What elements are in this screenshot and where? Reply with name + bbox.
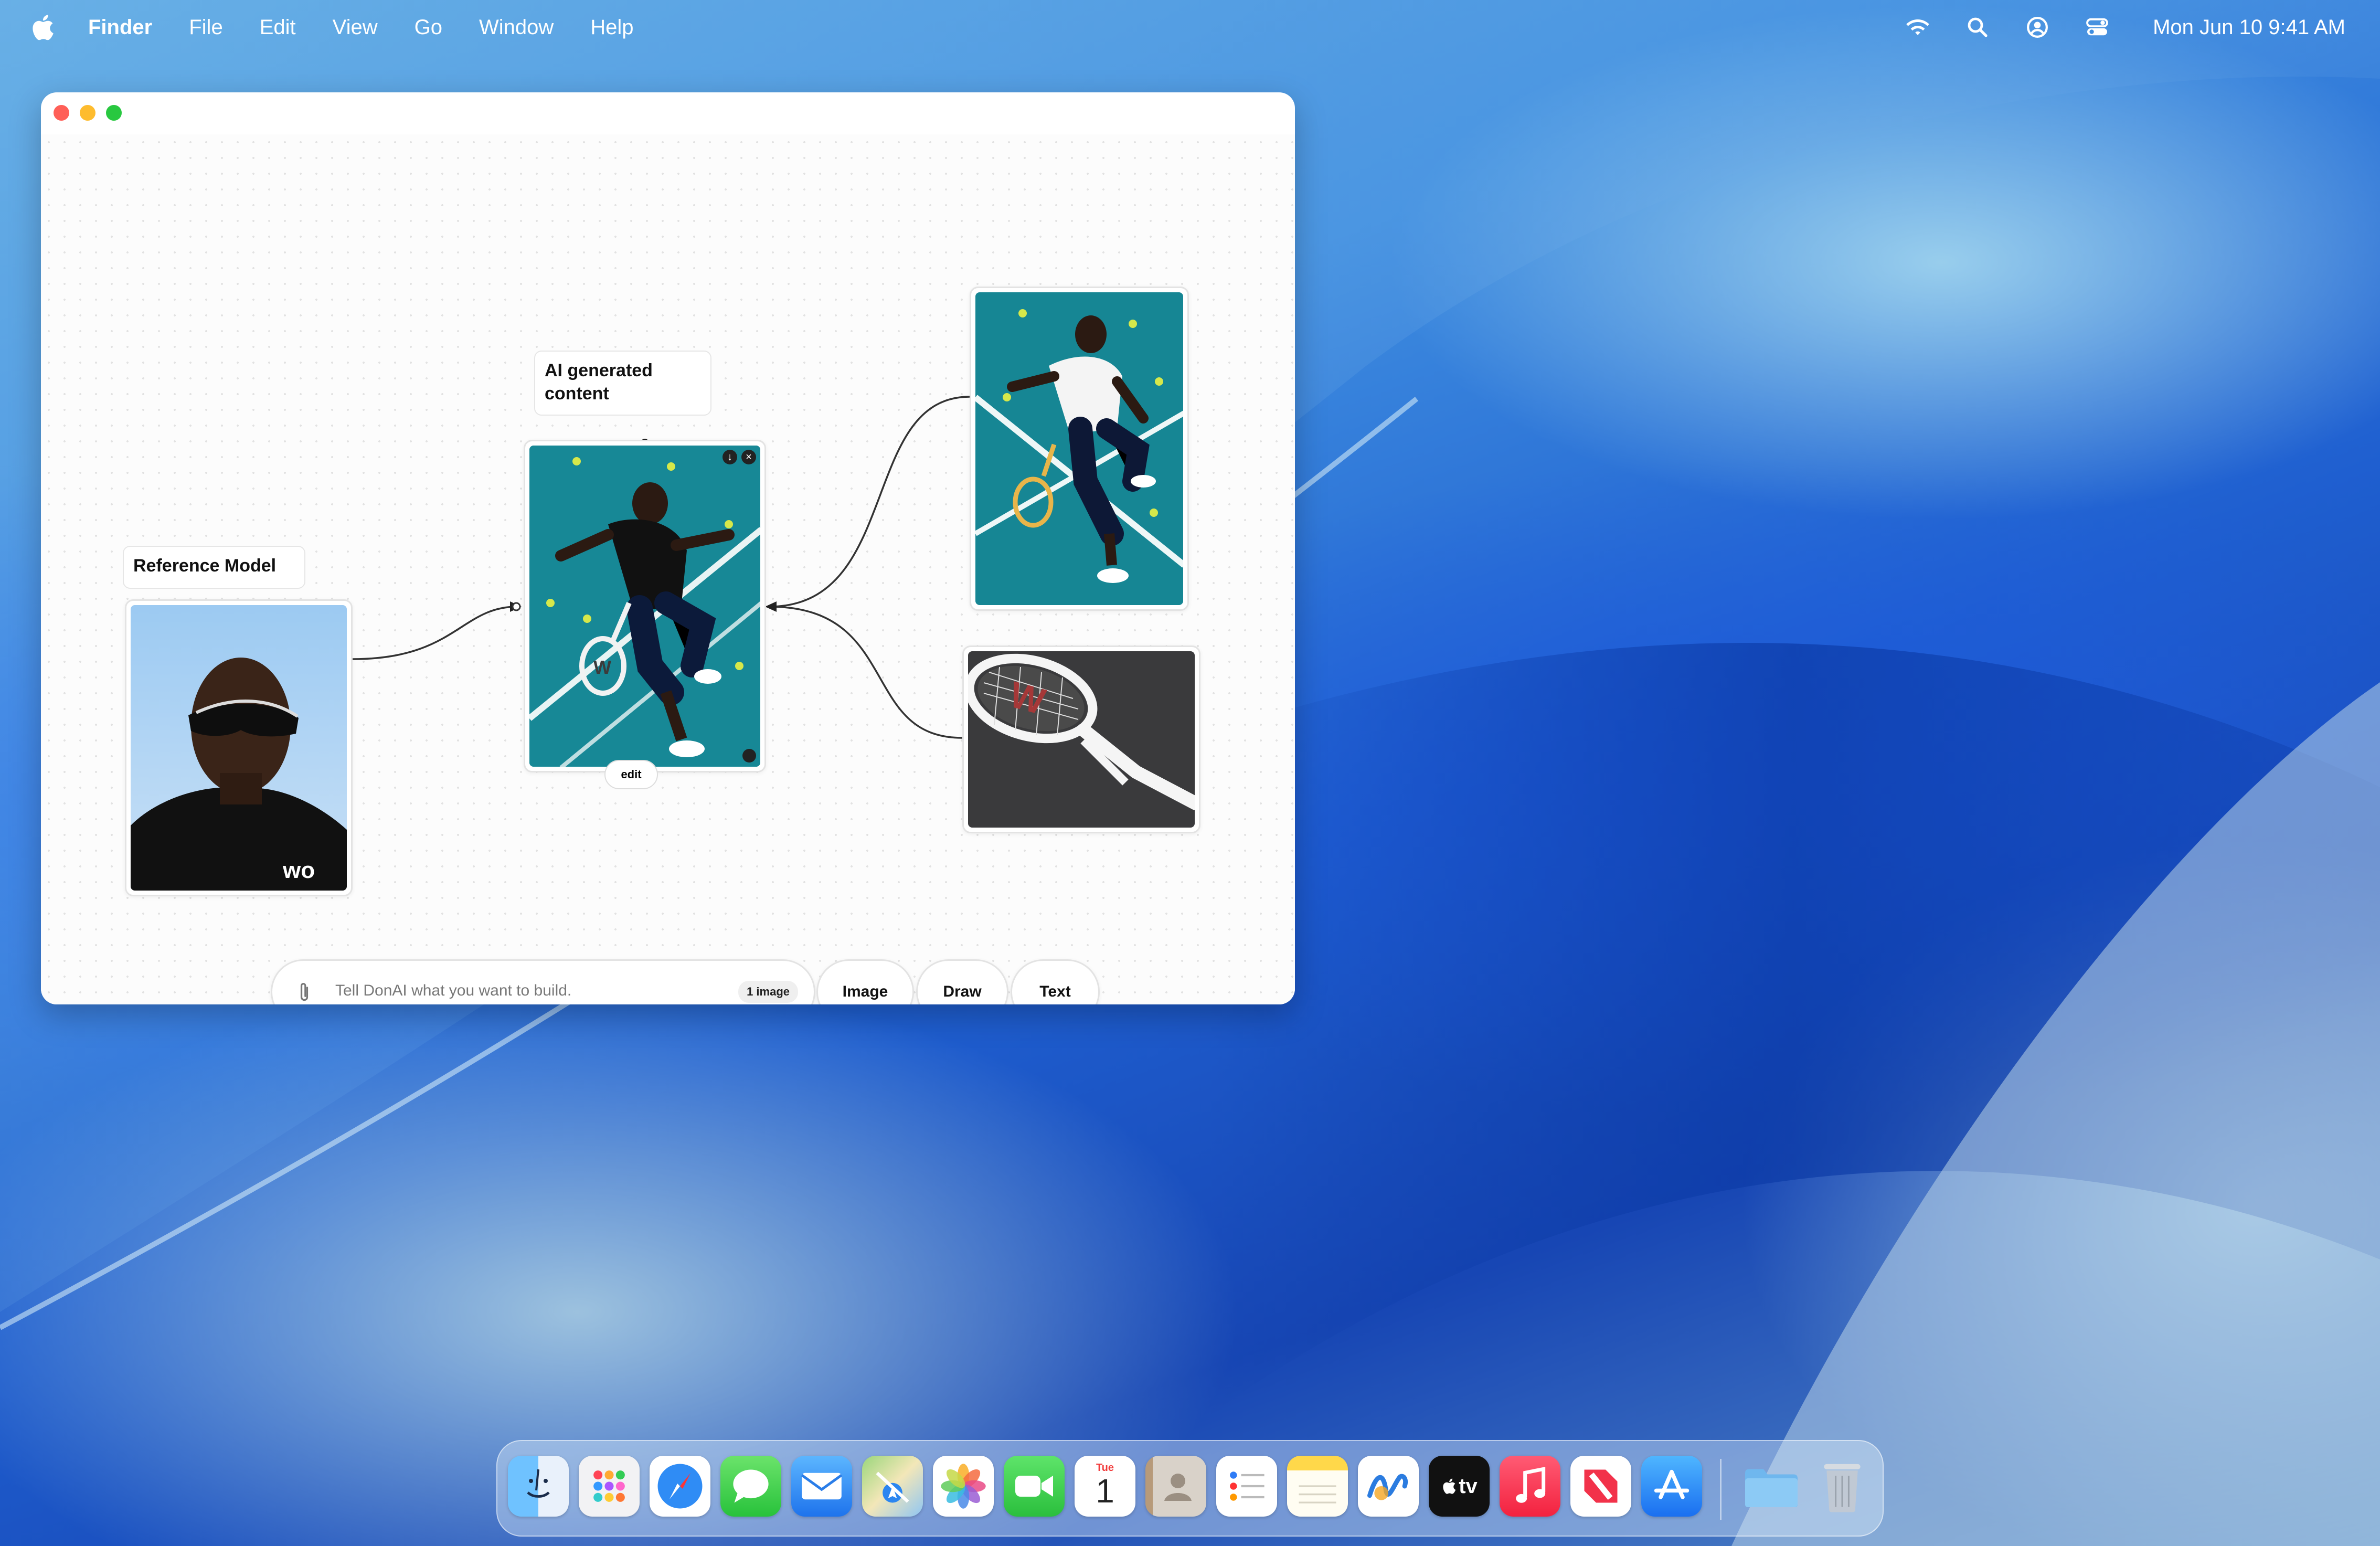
menu-go[interactable]: Go — [415, 16, 442, 39]
dock-music-icon[interactable] — [1500, 1456, 1560, 1517]
dock-maps-icon[interactable] — [862, 1456, 923, 1517]
window-titlebar — [41, 92, 1295, 135]
tool-image-button[interactable]: Image — [816, 959, 914, 1004]
menu-help[interactable]: Help — [590, 16, 633, 39]
tv-label: tv — [1459, 1474, 1478, 1498]
dock-facetime-icon[interactable] — [1004, 1456, 1065, 1517]
tool-text-button[interactable]: Text — [1011, 959, 1100, 1004]
dock-folder-icon[interactable] — [1741, 1456, 1802, 1517]
reference-portrait-image: wo — [131, 605, 347, 891]
dock: Tue 1 tv — [496, 1440, 1884, 1537]
dock-news-icon[interactable] — [1570, 1456, 1631, 1517]
dock-freeform-icon[interactable] — [1358, 1456, 1419, 1517]
dock-launchpad-icon[interactable] — [579, 1456, 640, 1517]
dock-notes-icon[interactable] — [1287, 1456, 1348, 1517]
dock-trash-icon[interactable] — [1812, 1456, 1873, 1517]
calendar-day: 1 — [1096, 1471, 1114, 1510]
dock-contacts-icon[interactable] — [1145, 1456, 1206, 1517]
node-canvas[interactable]: Reference Model wo AI generated content — [41, 134, 1295, 1004]
dock-tv-icon[interactable]: tv — [1429, 1456, 1490, 1517]
menu-finder[interactable]: Finder — [88, 16, 152, 39]
dock-mail-icon[interactable] — [791, 1456, 852, 1517]
dock-finder-icon[interactable] — [508, 1456, 569, 1517]
ai-generated-image-card[interactable]: W ↓ × — [524, 440, 766, 772]
tennis-racket-photo: W — [968, 651, 1195, 828]
apple-logo-icon[interactable] — [29, 13, 55, 42]
tool-draw-button[interactable]: Draw — [916, 959, 1008, 1004]
control-center-icon[interactable] — [2084, 14, 2111, 41]
input-image-card-racket[interactable]: W — [962, 645, 1200, 833]
minimize-window-button[interactable] — [80, 105, 95, 121]
desktop: Finder File Edit View Go Window Help Mon… — [0, 0, 2380, 1546]
prompt-placeholder[interactable]: Tell DonAI what you want to build. — [335, 982, 571, 1000]
tennis-player-photo — [975, 292, 1183, 605]
dock-calendar-icon[interactable]: Tue 1 — [1075, 1456, 1135, 1517]
reference-model-label: Reference Model — [123, 546, 305, 589]
input-image-card-player[interactable] — [970, 287, 1189, 611]
download-icon[interactable]: ↓ — [722, 450, 737, 464]
dock-photos-icon[interactable] — [933, 1456, 994, 1517]
attachment-icon[interactable] — [298, 982, 313, 1003]
resize-handle-icon[interactable] — [742, 749, 756, 763]
search-icon[interactable] — [1964, 14, 1991, 41]
wifi-icon[interactable] — [1904, 14, 1931, 41]
dock-messages-icon[interactable] — [720, 1456, 781, 1517]
zoom-window-button[interactable] — [106, 105, 122, 121]
ai-generated-tennis-image: W ↓ × — [529, 446, 760, 767]
prompt-input-bar[interactable]: Tell DonAI what you want to build. 1 ima… — [271, 959, 815, 1004]
menu-view[interactable]: View — [333, 16, 378, 39]
user-account-icon[interactable] — [2024, 14, 2051, 41]
edit-button[interactable]: edit — [604, 760, 658, 789]
donai-window: Reference Model wo AI generated content — [41, 92, 1295, 1004]
ai-generated-label: AI generated content — [534, 351, 711, 416]
dock-reminders-icon[interactable] — [1216, 1456, 1277, 1517]
svg-text:wo: wo — [282, 857, 315, 883]
menu-clock[interactable]: Mon Jun 10 9:41 AM — [2153, 16, 2345, 39]
dock-app-store-icon[interactable] — [1641, 1456, 1702, 1517]
menu-window[interactable]: Window — [479, 16, 554, 39]
menu-file[interactable]: File — [189, 16, 222, 39]
reference-image-card[interactable]: wo — [125, 599, 353, 896]
svg-text:W: W — [593, 656, 611, 678]
close-window-button[interactable] — [54, 105, 69, 121]
menu-edit[interactable]: Edit — [260, 16, 296, 39]
close-icon[interactable]: × — [741, 450, 756, 464]
menu-bar: Finder File Edit View Go Window Help Mon… — [0, 0, 2380, 55]
dock-separator — [1720, 1459, 1722, 1520]
attachment-count-badge: 1 image — [738, 981, 798, 1003]
dock-safari-icon[interactable] — [650, 1456, 710, 1517]
